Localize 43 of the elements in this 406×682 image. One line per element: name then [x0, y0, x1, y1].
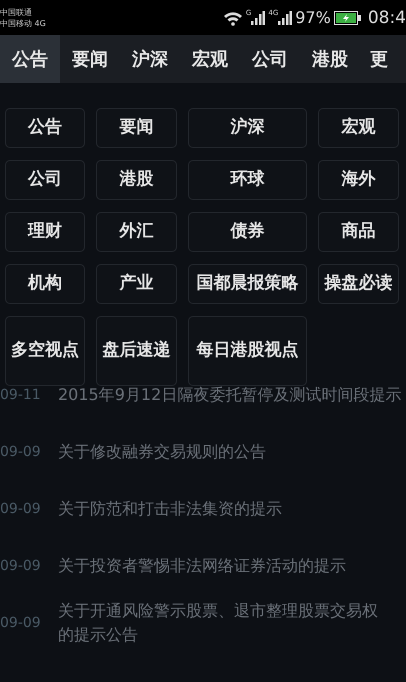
channel-button[interactable]: 产业 [96, 264, 177, 304]
channel-button[interactable]: 商品 [318, 212, 399, 252]
news-date: 09-09 [0, 444, 42, 460]
battery-icon [334, 10, 361, 24]
category-tab[interactable]: 公司 [240, 35, 300, 83]
news-date: 09-11 [0, 386, 42, 402]
category-tab[interactable]: 要闻 [60, 35, 120, 83]
signal-icon [251, 10, 266, 24]
category-tab[interactable]: 宏观 [180, 35, 240, 83]
news-title[interactable]: 关于开通风险警示股票、退市整理股票交易权 的提示公告 [58, 598, 378, 646]
channel-button[interactable]: 每日港股视点 [188, 316, 307, 386]
channel-button[interactable]: 债券 [188, 212, 307, 252]
channel-button[interactable]: 公告 [5, 108, 85, 148]
carrier-name: 中国联通 [0, 6, 33, 18]
channel-button[interactable]: 理财 [5, 212, 85, 252]
channel-button[interactable]: 盘后速递 [96, 316, 177, 386]
news-title[interactable]: 关于防范和打击非法集资的提示 [58, 496, 282, 520]
carrier-name: 中国移动 4G [0, 18, 46, 28]
channel-button[interactable]: 操盘必读 [318, 264, 399, 304]
signal-icon [278, 10, 292, 24]
channel-button[interactable]: 港股 [96, 160, 177, 200]
news-date: 09-09 [0, 500, 42, 516]
channel-button[interactable]: 多空视点 [5, 316, 85, 386]
channel-button[interactable]: 国都晨报策略 [188, 264, 307, 304]
wifi-icon [222, 10, 243, 26]
category-tab[interactable]: 公告 [0, 35, 60, 83]
channel-button[interactable]: 海外 [318, 160, 399, 200]
channel-button[interactable]: 要闻 [96, 108, 177, 148]
news-date: 09-09 [0, 614, 42, 630]
category-tab[interactable]: 沪深 [120, 35, 180, 83]
news-title[interactable]: 关于投资者警惕非法网络证券活动的提示 [58, 554, 346, 578]
channel-button[interactable]: 机构 [5, 264, 85, 304]
category-tab[interactable]: 港股 [300, 35, 360, 83]
channel-button[interactable]: 环球 [188, 160, 307, 200]
channel-button[interactable]: 宏观 [318, 108, 399, 148]
channel-button[interactable]: 沪深 [188, 108, 307, 148]
news-date: 09-09 [0, 558, 42, 574]
clock: 08:4 [368, 8, 406, 28]
channel-button[interactable]: 外汇 [96, 212, 177, 252]
news-title[interactable]: 关于修改融券交易规则的公告 [58, 440, 266, 464]
category-tab[interactable]: 更 [360, 35, 392, 83]
channel-button[interactable]: 公司 [5, 160, 85, 200]
battery-percent: 97% [295, 8, 331, 27]
